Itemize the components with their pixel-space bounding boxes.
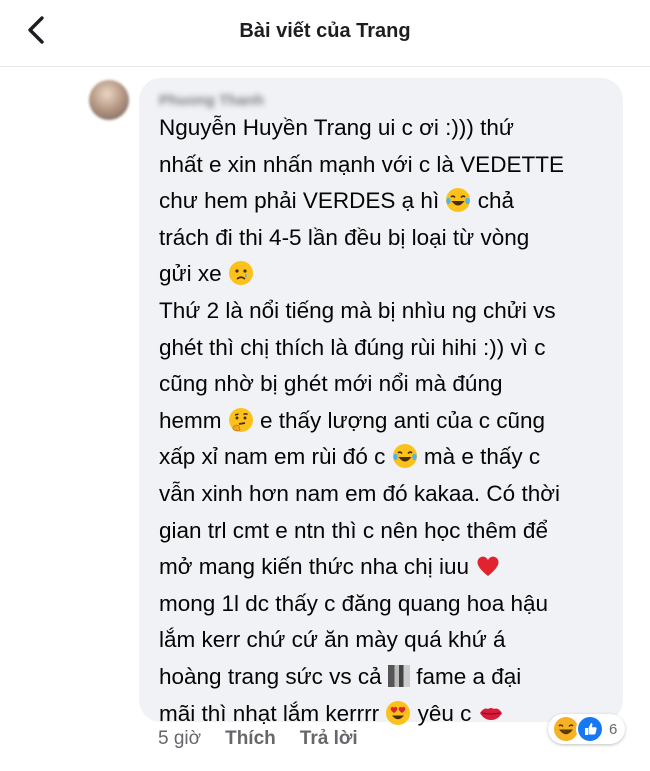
comment-line-text: Thứ 2 là nổi tiếng mà bị nhìu ng chửi vs [159, 297, 556, 323]
comment-line-text: yêu c [411, 700, 478, 726]
reaction-count: 6 [609, 720, 618, 738]
comment-line: vẫn xinh hơn nam em đó kakaa. Có thời [159, 476, 614, 513]
comment-line-text: e thấy lượng anti của c cũng [253, 407, 546, 433]
comment-line-text: hoàng trang sức vs cả [159, 663, 388, 689]
red-heart-emoji [475, 553, 501, 579]
comment-line: Nguyễn Huyền Trang ui c ơi :))) thứ [159, 110, 614, 147]
comment-line-text: xấp xỉ nam em rùi đó c [159, 444, 392, 470]
comment-actions: 5 giờ Thích Trả lời [158, 728, 382, 750]
like-button[interactable]: Thích [225, 728, 276, 750]
comment-line: lắm kerr chứ cứ ăn mày quá khứ á [159, 622, 614, 659]
comment-author[interactable]: Phuong Thanh [159, 92, 264, 109]
comment-bubble: Phuong Thanh Nguyễn Huyền Trang ui c ơi … [139, 78, 623, 726]
comment-line: hoàng trang sức vs cả fame a đại [159, 659, 614, 696]
comment-line: ghét thì chị thích là đúng rùi hihi :)) … [159, 330, 614, 367]
thinking-face-emoji [228, 407, 254, 433]
page-title: Bài viết của Trang [239, 20, 411, 42]
comment-line: hemm e thấy lượng anti của c cũng [159, 403, 614, 440]
comment-line: mãi thì nhạt lắm kerrrr yêu c [159, 696, 614, 733]
comment-time[interactable]: 5 giờ [158, 728, 201, 750]
comment-line: nhất e xin nhấn mạnh với c là VEDETTE [159, 147, 614, 184]
crying-face-emoji [228, 260, 254, 286]
comment-line-text: mở mang kiến thức nha chị iuu [159, 554, 476, 580]
comment-line: cũng nhờ bị ghét mới nổi mà đúng [159, 366, 614, 403]
comment-line-text: gửi xe [159, 261, 228, 287]
comment-line-text: ghét thì chị thích là đúng rùi hihi :)) … [159, 334, 546, 360]
comment-line: xấp xỉ nam em rùi đó c mà e thấy c [159, 439, 614, 476]
comment-line-text: gian trl cmt e ntn thì c nên học thêm để [159, 517, 548, 543]
comment-line: mở mang kiến thức nha chị iuu [159, 549, 614, 586]
comment-line: mong 1l dc thấy c đăng quang hoa hậu [159, 586, 614, 623]
comment-line-text: chư hem phải VERDES ạ hì [159, 188, 446, 214]
like-reaction-icon [576, 715, 604, 743]
comment-line-text: vẫn xinh hơn nam em đó kakaa. Có thời [159, 480, 560, 506]
comment-line: gửi xe [159, 256, 614, 293]
heart-eyes-emoji [385, 700, 411, 726]
pixelated-block [387, 664, 410, 687]
comment-line-text: Nguyễn Huyền Trang ui c ơi :))) thứ [159, 115, 514, 140]
top-bar: Bài viết của Trang [0, 0, 650, 67]
comment-line-text: nhất e xin nhấn mạnh với c là VEDETTE [159, 151, 564, 177]
comment-line: trách đi thi 4-5 lần đều bị loại từ vòng [159, 220, 614, 257]
comment-line: Thứ 2 là nổi tiếng mà bị nhìu ng chửi vs [159, 293, 614, 330]
comment-text: Nguyễn Huyền Trang ui c ơi :))) thứ nhất … [159, 110, 614, 732]
comment-line-text: mong 1l dc thấy c đăng quang hoa hậu [159, 590, 549, 616]
reply-button[interactable]: Trả lời [300, 728, 358, 750]
laughing-tears-emoji [445, 187, 471, 213]
comment-line-text: cũng nhờ bị ghét mới nổi mà đúng [159, 371, 503, 397]
comment-line-text: hemm [159, 407, 228, 433]
comment-line: chư hem phải VERDES ạ hì chả [159, 183, 614, 220]
comment-line-text: trách đi thi 4-5 lần đều bị loại từ vòng [159, 224, 530, 250]
kiss-lips-emoji [478, 700, 504, 726]
laughing-tears-emoji [392, 443, 418, 469]
comment-line-text: mãi thì nhạt lắm kerrrr [159, 700, 386, 726]
comment-line: gian trl cmt e ntn thì c nên học thêm để [159, 513, 614, 550]
comment-line-text: lắm kerr chứ cứ ăn mày quá khứ á [159, 627, 506, 653]
reaction-summary[interactable]: 6 [548, 714, 626, 744]
comment-line-text: mà e thấy c [417, 444, 541, 470]
avatar[interactable] [89, 80, 129, 120]
comment-line-text: fame a đại [409, 663, 522, 689]
comment-line-text: chả [471, 188, 514, 214]
